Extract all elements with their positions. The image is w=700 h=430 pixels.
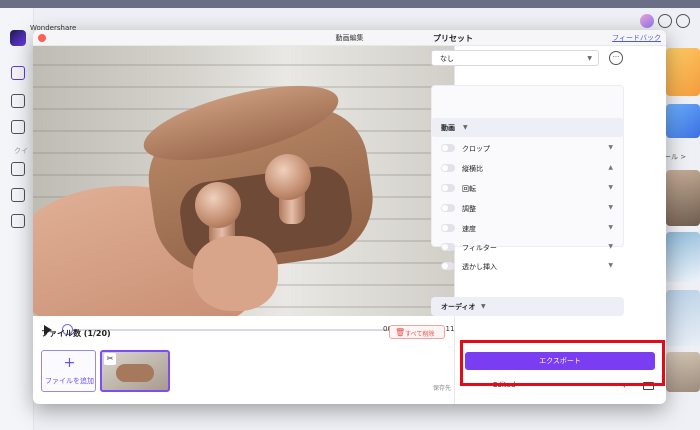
option-label: 縦横比: [462, 165, 483, 173]
video-section-title: 動画: [441, 124, 455, 132]
preset-select[interactable]: なし ▼: [431, 50, 599, 66]
option-crop[interactable]: クロップ ▼: [441, 142, 613, 156]
scissors-icon[interactable]: ✂: [104, 353, 116, 365]
chevron-down-icon: ▼: [587, 55, 592, 62]
toggle-switch[interactable]: [441, 204, 455, 212]
trash-icon: 🗑: [395, 328, 406, 337]
thumbnail-image: [116, 364, 154, 382]
add-file-label: ファイルを追加: [45, 377, 94, 385]
toggle-switch[interactable]: [441, 243, 455, 251]
thumbnail-card-3[interactable]: [666, 290, 700, 346]
chevron-down-icon: ▼: [463, 124, 468, 131]
add-file-button[interactable]: + ファイルを追加: [41, 350, 96, 392]
feedback-link[interactable]: フィードバック: [612, 33, 661, 43]
chevron-down-icon: ▼: [481, 303, 486, 310]
option-label: フィルター: [462, 244, 497, 252]
chevron-icon[interactable]: ▼: [608, 224, 613, 231]
thumbnail-card-2[interactable]: [666, 232, 700, 282]
toggle-switch[interactable]: [441, 224, 455, 232]
option-aspect-ratio[interactable]: 縦横比 ▲: [441, 162, 613, 176]
dialog-title: 動画編集: [335, 34, 364, 42]
toggle-switch[interactable]: [441, 184, 455, 192]
thumbnail-card[interactable]: [666, 170, 700, 226]
option-label: 回転: [462, 185, 476, 193]
option-watermark[interactable]: 透かし挿入 ▼: [441, 260, 613, 274]
audio-section-title: オーディオ: [441, 303, 476, 311]
video-preview[interactable]: [33, 46, 454, 316]
toolbox-icon[interactable]: [11, 94, 25, 108]
audio-section-header[interactable]: オーディオ ▼: [431, 297, 624, 316]
sidebar-section-label: クイ: [14, 147, 28, 155]
file-count-label: ファイル数 (1/20): [41, 329, 111, 338]
option-rotate[interactable]: 回転 ▼: [441, 182, 613, 196]
promo-card[interactable]: [666, 48, 700, 96]
home-icon[interactable]: [11, 66, 25, 80]
screen-icon[interactable]: [11, 214, 25, 228]
apps-icon[interactable]: [11, 162, 25, 176]
file-thumbnail[interactable]: ✂: [100, 350, 170, 392]
thumb-image: [193, 236, 278, 311]
chevron-icon[interactable]: ▼: [608, 184, 613, 191]
video-section-header[interactable]: 動画 ▼: [431, 118, 624, 137]
chevron-icon[interactable]: ▲: [608, 164, 613, 171]
option-filter[interactable]: フィルター ▼: [441, 241, 613, 255]
avatar[interactable]: [640, 14, 654, 28]
chevron-icon[interactable]: ▼: [608, 262, 613, 269]
more-options-button[interactable]: ···: [609, 51, 623, 65]
app-logo-icon: [10, 30, 26, 46]
delete-all-label: すべて削除: [405, 331, 435, 338]
document-icon[interactable]: [11, 120, 25, 134]
preset-title: プリセット: [433, 34, 473, 43]
chevron-icon[interactable]: ▼: [608, 144, 613, 151]
option-speed[interactable]: 速度 ▼: [441, 222, 613, 236]
preset-value: なし: [440, 55, 454, 63]
more-link[interactable]: ール >: [664, 152, 686, 162]
option-adjust[interactable]: 調整 ▼: [441, 202, 613, 216]
delete-all-button[interactable]: 🗑 すべて削除: [389, 325, 445, 339]
dialog-titlebar: 動画編集 フィードバック: [33, 30, 666, 46]
toggle-switch[interactable]: [441, 262, 455, 270]
more-icon: ···: [612, 53, 620, 61]
promo-card-2[interactable]: [666, 104, 700, 138]
plus-icon: +: [63, 355, 76, 371]
highlight-frame: [460, 340, 665, 386]
chat-icon[interactable]: [658, 14, 672, 28]
thumbnail-card-4[interactable]: [666, 352, 700, 392]
option-label: クロップ: [462, 145, 490, 153]
toggle-switch[interactable]: [441, 144, 455, 152]
chevron-icon[interactable]: ▼: [608, 204, 613, 211]
image-icon[interactable]: [11, 188, 25, 202]
earbud-left: [195, 182, 241, 228]
seek-track[interactable]: [67, 329, 407, 331]
headset-icon[interactable]: [676, 14, 690, 28]
option-label: 調整: [462, 205, 476, 213]
toggle-switch[interactable]: [441, 164, 455, 172]
earbud-right: [265, 154, 311, 200]
option-label: 透かし挿入: [462, 263, 497, 271]
chevron-icon[interactable]: ▼: [608, 243, 613, 250]
option-label: 速度: [462, 225, 476, 233]
save-location-label: 保存先: [433, 385, 452, 392]
